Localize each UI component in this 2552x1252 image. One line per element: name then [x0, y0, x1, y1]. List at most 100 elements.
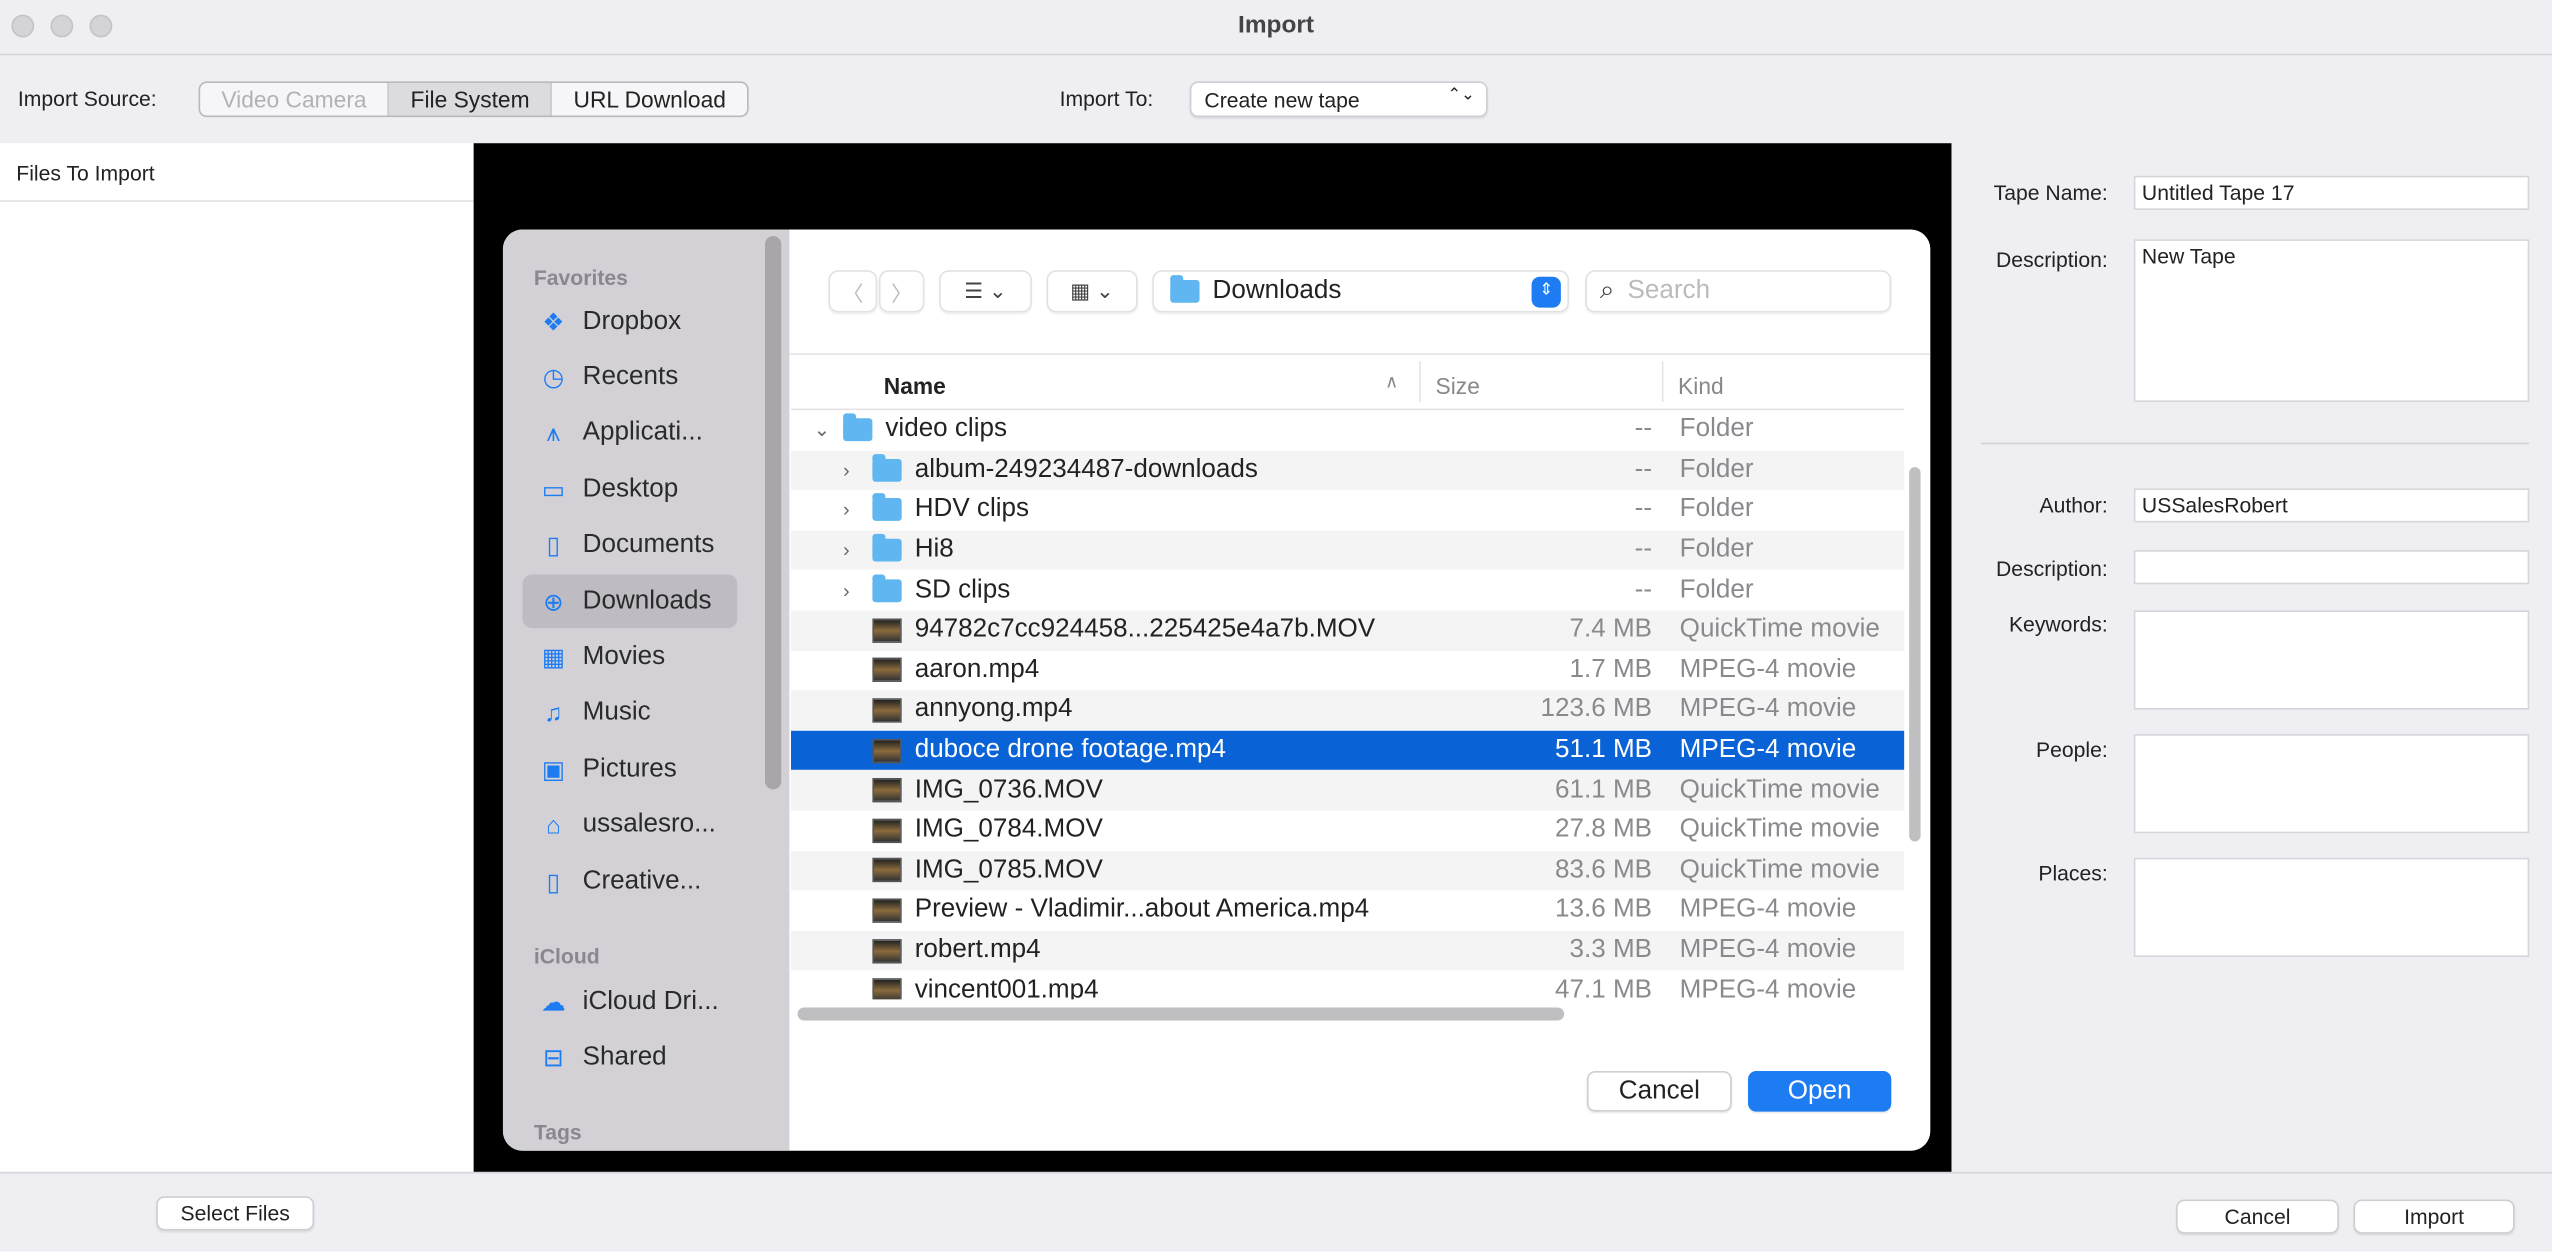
horizontal-scrollbar[interactable]	[797, 1007, 1565, 1021]
file-size: 47.1 MB	[1555, 976, 1653, 1000]
sidebar-item-movies[interactable]: ▦ Movies	[522, 631, 737, 685]
folder-row[interactable]: › Hi8 -- Folder	[791, 530, 1905, 571]
sidebar-item-label: iCloud Dri...	[582, 987, 719, 1015]
home-icon: ⌂	[546, 811, 561, 840]
desktop-icon: ▭	[541, 476, 565, 505]
group-view-button[interactable]: ▦ ⌄	[1046, 270, 1138, 313]
updown-chevron-icon: ⇕	[1531, 276, 1561, 308]
sidebar-item-label: Downloads	[582, 586, 712, 615]
back-button[interactable]: 〈	[828, 270, 878, 313]
segment-video-camera[interactable]: Video Camera	[200, 83, 390, 116]
meta-description-input[interactable]	[2133, 550, 2530, 585]
file-size: 61.1 MB	[1555, 775, 1653, 804]
import-window: Import Import Source: Video Camera File …	[0, 0, 2552, 1252]
list-view-button[interactable]: ☰ ⌄	[939, 270, 1032, 313]
cloud-icon: ☁	[541, 988, 566, 1017]
divider	[1980, 442, 2530, 445]
file-size: 13.6 MB	[1555, 895, 1653, 924]
folder-row[interactable]: › SD clips -- Folder	[791, 570, 1904, 610]
file-row[interactable]: IMG_0736.MOV 61.1 MB QuickTime movie	[791, 770, 1905, 811]
clock-icon: ◷	[542, 364, 565, 393]
sidebar-item-label: Applicati...	[582, 418, 703, 447]
chevron-right-icon[interactable]: ›	[843, 459, 850, 482]
segment-url-download[interactable]: URL Download	[552, 83, 747, 116]
video-thumbnail-icon	[872, 938, 902, 963]
file-kind: Folder	[1679, 575, 1754, 604]
sidebar-scrollbar[interactable]	[764, 236, 782, 790]
sidebar-item-ussalesro[interactable]: ⌂ ussalesro...	[522, 798, 737, 852]
dialog-cancel-button[interactable]: Cancel	[1586, 1070, 1732, 1112]
sidebar-item-label: Music	[582, 698, 651, 727]
shared-folder-icon: ⊟	[543, 1044, 564, 1073]
search-input[interactable]: ⌕ Search	[1585, 270, 1892, 313]
places-input[interactable]	[2133, 857, 2530, 958]
tags-heading: Tags	[533, 1119, 582, 1145]
chevron-right-icon[interactable]: ›	[843, 539, 850, 562]
video-thumbnail-icon	[872, 698, 902, 723]
select-files-button[interactable]: Select Files	[156, 1196, 315, 1231]
file-row[interactable]: 94782c7cc924458...225425e4a7b.MOV 7.4 MB Q…	[791, 610, 1905, 651]
people-input[interactable]	[2133, 734, 2530, 834]
open-button[interactable]: Open	[1748, 1070, 1892, 1112]
sidebar-item-label: Movies	[582, 642, 666, 671]
chevron-right-icon[interactable]: ›	[843, 499, 850, 522]
film-icon: ▦	[541, 644, 565, 673]
tape-name-input[interactable]: Untitled Tape 17	[2133, 175, 2530, 210]
author-input[interactable]: USSalesRobert	[2133, 488, 2530, 523]
file-row[interactable]: vincent001.mp4 47.1 MB MPEG-4 movie	[791, 971, 1904, 1000]
sidebar-item-downloads[interactable]: ⊕ Downloads	[522, 574, 738, 629]
column-kind[interactable]: Kind	[1661, 361, 1739, 403]
sidebar-item-pictures[interactable]: ▣ Pictures	[522, 742, 737, 796]
file-name: annyong.mp4	[914, 695, 1073, 724]
sidebar-item-icloud-dri[interactable]: ☁ iCloud Dri...	[522, 975, 737, 1029]
file-row[interactable]: robert.mp4 3.3 MB MPEG-4 movie	[791, 930, 1905, 971]
file-name: aaron.mp4	[914, 655, 1040, 684]
import-button[interactable]: Import	[2353, 1199, 2515, 1234]
description-input[interactable]: New Tape	[2133, 239, 2530, 403]
sidebar-item-music[interactable]: ♫ Music	[522, 687, 737, 741]
dropbox-icon: ❖	[542, 308, 565, 337]
chevron-right-icon[interactable]: ›	[843, 579, 850, 602]
import-to-value: Create new tape	[1204, 87, 1360, 113]
sidebar-item-label: Dropbox	[582, 306, 682, 335]
sidebar-item-shared[interactable]: ⊟ Shared	[522, 1031, 737, 1085]
file-row[interactable]: IMG_0785.MOV 83.6 MB QuickTime movie	[791, 850, 1905, 891]
forward-button[interactable]: 〉	[878, 270, 925, 313]
sidebar-item-desktop[interactable]: ▭ Desktop	[522, 463, 737, 517]
sidebar-item-recents[interactable]: ◷ Recents	[522, 351, 737, 405]
vertical-scrollbar[interactable]	[1909, 467, 1921, 842]
file-kind: MPEG-4 movie	[1679, 895, 1857, 924]
sidebar-item-applicati[interactable]: ⩚ Applicati...	[522, 407, 737, 461]
list-icon: ☰ ⌄	[964, 278, 1007, 303]
segment-file-system[interactable]: File System	[389, 83, 553, 116]
column-size[interactable]: Size	[1419, 361, 1494, 403]
import-to-label: Import To:	[1059, 86, 1154, 111]
file-row[interactable]: aaron.mp4 1.7 MB MPEG-4 movie	[791, 650, 1904, 690]
column-name[interactable]: Name	[884, 373, 946, 399]
import-to-select[interactable]: Create new tape ⌃⌄	[1189, 81, 1488, 118]
file-name: IMG_0784.MOV	[914, 815, 1103, 844]
sidebar-item-documents[interactable]: ▯ Documents	[522, 519, 737, 573]
file-kind: Folder	[1679, 455, 1754, 484]
sidebar-item-dropbox[interactable]: ❖ Dropbox	[522, 295, 737, 349]
footer-divider	[0, 1171, 2552, 1174]
video-thumbnail-icon	[872, 978, 902, 1000]
music-icon: ♫	[544, 699, 563, 728]
divider	[789, 353, 1931, 355]
keywords-input[interactable]	[2133, 610, 2530, 710]
file-kind: MPEG-4 movie	[1679, 936, 1857, 964]
video-thumbnail-icon	[872, 618, 902, 643]
file-row[interactable]: annyong.mp4 123.6 MB MPEG-4 movie	[791, 690, 1905, 731]
folder-row[interactable]: › album-249234487-downloads -- Folder	[791, 450, 1905, 491]
folder-row[interactable]: ⌄ video clips -- Folder	[791, 410, 1904, 450]
file-size: --	[1634, 455, 1653, 484]
chevron-down-icon[interactable]: ⌄	[814, 419, 830, 442]
file-row[interactable]: IMG_0784.MOV 27.8 MB QuickTime movie	[791, 811, 1904, 851]
file-row[interactable]: Preview - Vladimir...about America.mp4 13…	[791, 891, 1904, 931]
cancel-button[interactable]: Cancel	[2176, 1199, 2339, 1234]
location-popup[interactable]: Downloads ⇕	[1152, 270, 1570, 313]
folder-row[interactable]: › HDV clips -- Folder	[791, 490, 1904, 530]
file-size: --	[1634, 495, 1653, 524]
file-row[interactable]: duboce drone footage.mp4 51.1 MB MPEG-4 mo…	[791, 730, 1905, 771]
sidebar-item-creative[interactable]: ▯ Creative...	[522, 854, 737, 908]
